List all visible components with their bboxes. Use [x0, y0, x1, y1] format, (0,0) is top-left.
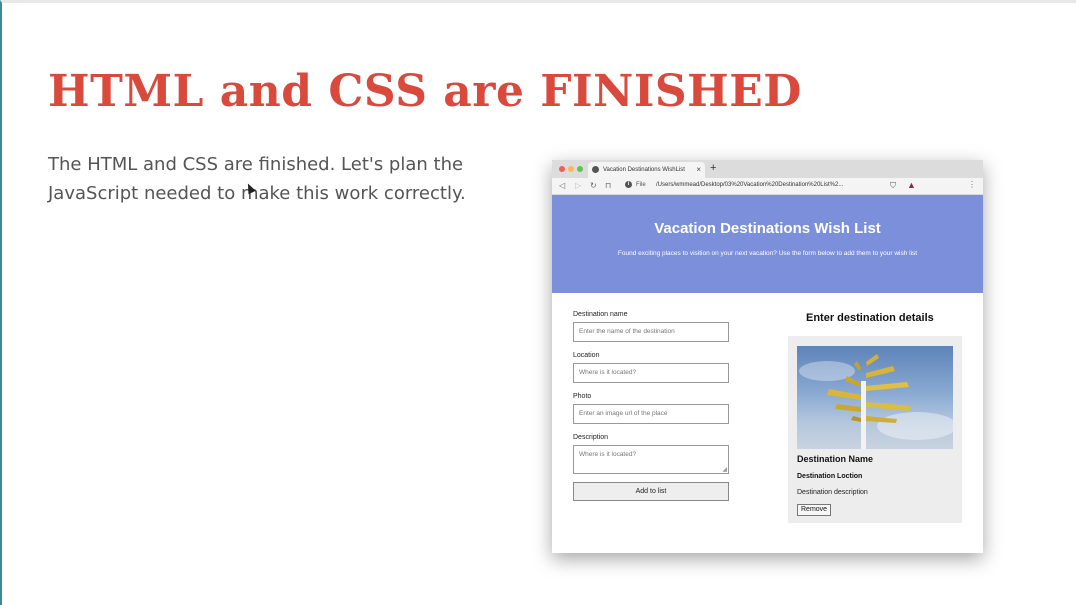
- menu-icon[interactable]: ⋮: [968, 180, 976, 189]
- page-main: Destination name Enter the name of the d…: [552, 293, 983, 553]
- extension-icon[interactable]: ▲: [907, 180, 916, 190]
- description-placeholder: Where is it located?: [579, 451, 637, 458]
- destination-name-label: Destination name: [573, 311, 628, 318]
- page-subtitle: Found exciting places to visition on you…: [617, 250, 918, 257]
- location-input[interactable]: Where is it located?: [573, 363, 729, 383]
- browser-tab-title: Vacation Destinations WishList: [603, 167, 685, 173]
- shield-icon[interactable]: ⛉: [890, 181, 896, 191]
- slide-body-text: The HTML and CSS are finished. Let's pla…: [48, 154, 466, 204]
- window-maximize-icon[interactable]: [577, 166, 583, 172]
- forward-icon[interactable]: ▷: [575, 181, 581, 190]
- browser-toolbar: ◁ ▷ ↻ ⊓ i File /Users/wmmead/Desktop/03%…: [552, 178, 983, 195]
- destination-photo: [797, 346, 953, 449]
- back-icon[interactable]: ◁: [559, 181, 565, 190]
- destination-card: Destination Name Destination Loction Des…: [788, 336, 962, 523]
- signpost-image: [799, 354, 953, 449]
- url-scheme-label: File: [636, 182, 646, 188]
- photo-label: Photo: [573, 393, 592, 400]
- description-label: Description: [573, 434, 609, 441]
- location-label: Location: [573, 352, 600, 359]
- page-header: Vacation Destinations Wish List Found ex…: [552, 195, 983, 293]
- add-to-list-button[interactable]: Add to list: [573, 482, 729, 501]
- slide-title: HTML and CSS are FINISHED: [48, 66, 802, 117]
- bookmark-icon[interactable]: ⊓: [605, 181, 611, 190]
- browser-tab[interactable]: Vacation Destinations WishList ×: [588, 162, 705, 178]
- window-minimize-icon[interactable]: [568, 166, 574, 172]
- browser-tab-bar: Vacation Destinations WishList × +: [552, 160, 983, 178]
- browser-window: Vacation Destinations WishList × + ◁ ▷ ↻…: [552, 160, 983, 553]
- address-bar[interactable]: /Users/wmmead/Desktop/03%20Vacation%20De…: [656, 182, 843, 188]
- globe-icon: [592, 166, 599, 173]
- photo-url-input[interactable]: Enter an image url of the place: [573, 404, 729, 424]
- info-icon[interactable]: i: [625, 181, 632, 188]
- card-destination-description: Destination description: [797, 489, 868, 496]
- card-destination-name: Destination Name: [797, 454, 874, 464]
- destination-name-input[interactable]: Enter the name of the destination: [573, 322, 729, 342]
- remove-button[interactable]: Remove: [797, 504, 832, 516]
- new-tab-icon[interactable]: +: [710, 162, 716, 174]
- tab-close-icon[interactable]: ×: [696, 165, 701, 174]
- destination-form: Destination name Enter the name of the d…: [573, 311, 730, 501]
- reload-icon[interactable]: ↻: [590, 181, 597, 190]
- card-destination-location: Destination Loction: [797, 473, 863, 480]
- description-textarea[interactable]: Where is it located? ◢: [573, 445, 729, 474]
- resize-handle-icon[interactable]: ◢: [722, 466, 727, 473]
- details-heading: Enter destination details: [806, 312, 934, 324]
- page-title: Vacation Destinations Wish List: [654, 220, 881, 237]
- window-close-icon[interactable]: [559, 166, 565, 172]
